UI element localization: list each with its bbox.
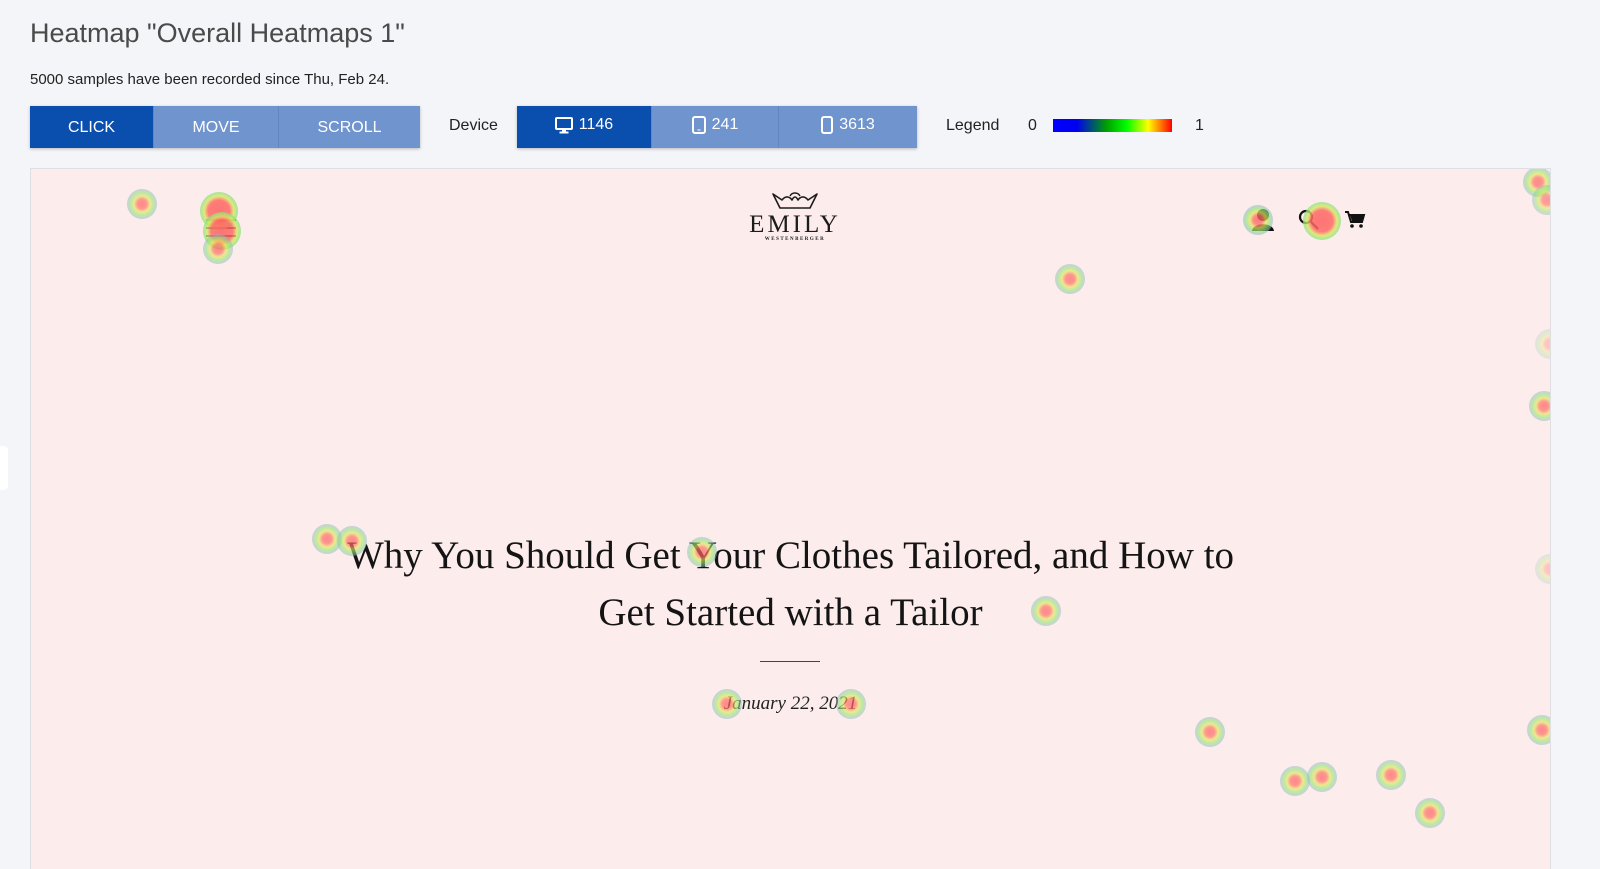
- article-title-line1: Why You Should Get Your Clothes Tailored…: [346, 534, 1235, 577]
- device-mobile-button[interactable]: 3613: [779, 106, 917, 148]
- mode-move-button[interactable]: MOVE: [154, 106, 279, 148]
- legend-gradient-bar: [1053, 119, 1172, 132]
- crown-icon: [772, 192, 818, 209]
- tablet-icon: [691, 116, 706, 134]
- heatmap-hotspot: [1528, 391, 1550, 422]
- mode-scroll-button[interactable]: SCROLL: [279, 106, 420, 148]
- article-title-line2: Get Started with a Tailor: [598, 591, 983, 634]
- desktop-count: 1146: [578, 116, 614, 133]
- heatmap-hotspot: [1527, 714, 1550, 745]
- mobile-icon: [821, 116, 834, 134]
- mobile-count: 3613: [839, 116, 875, 133]
- cart-icon: [1345, 211, 1366, 228]
- article-date: January 22, 2021: [723, 693, 858, 714]
- device-label: Device: [449, 117, 498, 134]
- device-desktop-button[interactable]: 1146: [517, 106, 652, 148]
- article-title: Why You Should Get Your Clothes Tailored…: [31, 527, 1550, 641]
- legend-max: 1: [1195, 117, 1204, 134]
- heatmap-hotspot: [1307, 762, 1338, 793]
- device-toggle-group: 1146 241 3613: [517, 106, 917, 148]
- device-tablet-button[interactable]: 241: [652, 106, 779, 148]
- heatmap-hotspot: [1054, 263, 1085, 294]
- heatmap-hotspot: [126, 189, 157, 219]
- menu-icon: [206, 215, 236, 239]
- heatmap-hotspot: [1414, 798, 1445, 828]
- heatmap-hotspot: [1522, 169, 1550, 197]
- mode-toggle-group: CLICK MOVE SCROLL: [30, 106, 420, 148]
- mode-click-button[interactable]: CLICK: [30, 106, 154, 148]
- title-divider: [760, 661, 820, 662]
- heatmap-hotspot: [1531, 184, 1550, 215]
- legend-label: Legend: [946, 117, 1000, 134]
- heatmap-page-preview[interactable]: EMILY WESTENBERGER Why You Should Get Yo…: [30, 168, 1551, 869]
- tablet-count: 241: [711, 116, 739, 133]
- samples-summary: 5000 samples have been recorded since Th…: [30, 71, 390, 88]
- page-title: Heatmap "Overall Heatmaps 1": [30, 18, 405, 48]
- desktop-icon: [554, 116, 573, 134]
- search-icon: [1298, 209, 1319, 230]
- heatmap-hotspot: [1194, 716, 1225, 747]
- heatmap-hotspot: [1279, 765, 1310, 796]
- legend-min: 0: [1028, 117, 1037, 134]
- side-panel-handle[interactable]: [0, 446, 8, 490]
- heatmap-hotspot: [1375, 760, 1406, 791]
- site-logo: EMILY WESTENBERGER: [745, 191, 845, 243]
- heatmap-overlay: [31, 169, 1550, 869]
- heatmap-hotspot: [1535, 329, 1550, 359]
- logo-name: EMILY: [749, 211, 841, 238]
- account-icon: [1252, 209, 1274, 231]
